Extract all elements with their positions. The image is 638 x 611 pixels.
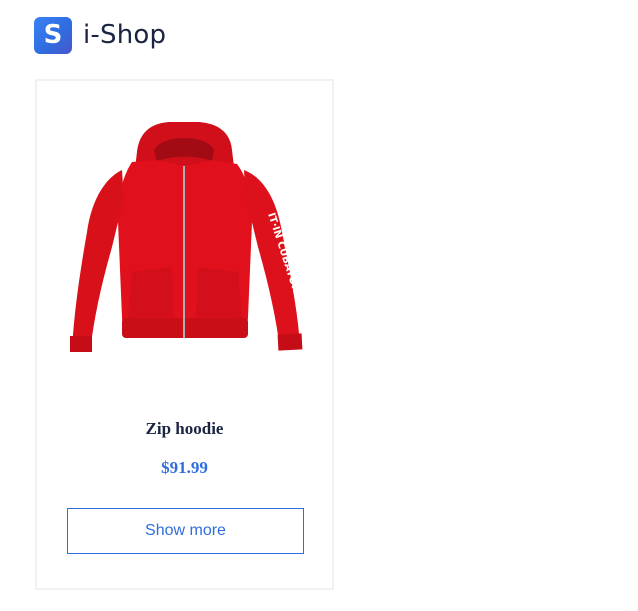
shop-logo-icon[interactable]: S — [34, 16, 72, 54]
show-more-button[interactable]: Show more — [67, 508, 304, 554]
brand-name[interactable]: i-Shop — [83, 20, 166, 50]
product-image: IT·IN CUBATOR — [70, 122, 303, 352]
site-header: S i-Shop — [34, 16, 166, 54]
product-name[interactable]: Zip hoodie — [37, 419, 332, 439]
product-card: IT·IN CUBATOR Zip hoodie $91.99 Show mor… — [35, 79, 334, 590]
product-price: $91.99 — [161, 458, 208, 477]
